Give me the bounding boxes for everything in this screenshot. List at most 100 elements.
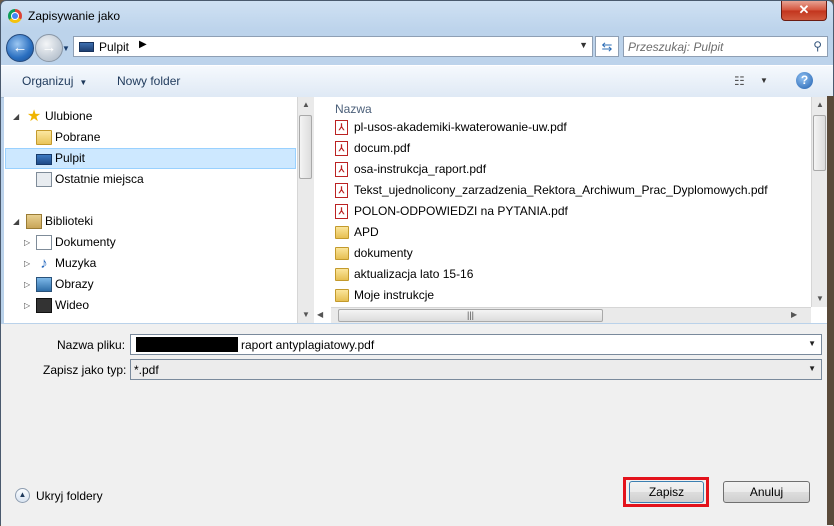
- scroll-right-arrow-icon[interactable]: ▶: [791, 310, 797, 319]
- chevron-down-icon: ▼: [79, 78, 88, 87]
- tree-item-pobrane[interactable]: Pobrane: [4, 127, 294, 148]
- tree-item-documents[interactable]: ▷ Dokumenty: [4, 232, 294, 253]
- organize-label: Organizuj: [22, 74, 74, 88]
- hide-folders-label: Ukryj foldery: [36, 489, 103, 503]
- tree-item-pictures[interactable]: ▷ Obrazy: [4, 274, 294, 295]
- save-as-dialog: Zapisywanie jako ✕ ← → ▼ Pulpit ▶ ▼ ⇆ ⚲ …: [0, 0, 834, 526]
- filetype-select[interactable]: *.pdf ▼: [130, 359, 822, 380]
- search-icon: ⚲: [813, 39, 822, 53]
- tree-item-pulpit[interactable]: Pulpit: [5, 148, 296, 169]
- tree-label: Obrazy: [55, 277, 94, 291]
- pictures-icon: [36, 277, 52, 292]
- tree-label: Muzyka: [55, 256, 97, 270]
- tree-item-videos[interactable]: ▷ Wideo: [4, 295, 294, 316]
- file-name: Tekst_ujednolicony_zarzadzenia_Rektora_A…: [354, 183, 768, 197]
- address-bar[interactable]: Pulpit ▶ ▼: [73, 36, 593, 57]
- folder-icon: [335, 289, 349, 302]
- file-name: docum.pdf: [354, 141, 411, 155]
- expanded-arrow-icon[interactable]: ◢: [13, 106, 19, 127]
- chrome-icon: [8, 9, 22, 23]
- file-name: dokumenty: [354, 246, 413, 260]
- tree-label: Ulubione: [45, 109, 93, 123]
- address-dropdown-icon[interactable]: ▼: [579, 40, 588, 50]
- pdf-file-icon: ⅄: [335, 204, 348, 219]
- file-list-vertical-scrollbar[interactable]: ▲ ▼: [811, 97, 828, 307]
- file-name: osa-instrukcja_raport.pdf: [354, 162, 487, 176]
- search-box[interactable]: ⚲: [623, 36, 828, 57]
- history-dropdown-icon[interactable]: ▼: [62, 44, 70, 53]
- scroll-down-arrow-icon[interactable]: ▼: [816, 294, 824, 303]
- pdf-file-icon: ⅄: [335, 120, 348, 135]
- tree-item-libraries[interactable]: ◢ Biblioteki: [4, 211, 294, 232]
- column-header-name[interactable]: Nazwa: [335, 102, 372, 116]
- scrollbar-thumb[interactable]: [813, 115, 826, 171]
- chevron-down-icon[interactable]: ▼: [808, 364, 816, 373]
- tree-label: Pulpit: [55, 151, 86, 165]
- pdf-file-icon: ⅄: [335, 162, 348, 177]
- file-name: APD: [354, 225, 379, 239]
- file-list-horizontal-scrollbar[interactable]: ◀ ||| ▶: [317, 307, 811, 323]
- tree-label: Wideo: [55, 298, 90, 312]
- file-name: aktualizacja lato 15-16: [354, 267, 474, 281]
- expanded-arrow-icon[interactable]: ◢: [13, 211, 19, 232]
- scrollbar-thumb[interactable]: |||: [338, 309, 603, 322]
- scroll-down-arrow-icon[interactable]: ▼: [302, 310, 310, 319]
- filename-value: raport antyplagiatowy.pdf: [241, 338, 375, 352]
- save-options-panel: Nazwa pliku: raport antyplagiatowy.pdf ▼…: [1, 324, 833, 526]
- tree-label: Pobrane: [55, 130, 101, 144]
- filename-label: Nazwa pliku:: [57, 338, 126, 352]
- collapsed-arrow-icon[interactable]: ▷: [24, 274, 30, 295]
- refresh-button[interactable]: ⇆: [595, 36, 619, 57]
- window-frame-edge: [827, 96, 834, 525]
- video-film-icon: [36, 298, 52, 313]
- redacted-block: [136, 337, 238, 352]
- cancel-button[interactable]: Anuluj: [723, 481, 810, 503]
- search-input[interactable]: [628, 39, 803, 54]
- scroll-up-arrow-icon[interactable]: ▲: [302, 100, 310, 109]
- file-list: Nazwa ⅄ pl-usos-akademiki-kwaterowanie-uw…: [331, 97, 801, 307]
- tree-scrollbar[interactable]: ▲ ▼: [297, 97, 314, 323]
- folder-icon: [335, 226, 349, 239]
- help-icon[interactable]: ?: [796, 72, 813, 89]
- view-options-icon[interactable]: ☷: [734, 74, 745, 88]
- command-toolbar: Organizuj ▼ Nowy folder ☷ ▼ ?: [1, 65, 833, 98]
- libraries-icon: [26, 214, 42, 229]
- tree-item-recent-places[interactable]: Ostatnie miejsca: [4, 169, 294, 190]
- filetype-value: *.pdf: [134, 363, 159, 377]
- collapsed-arrow-icon[interactable]: ▷: [24, 295, 30, 316]
- browser-pane: ◢ ★ Ulubione Pobrane Pulpit Ostatnie mie…: [4, 97, 828, 323]
- tree-label: Biblioteki: [45, 214, 94, 228]
- forward-button[interactable]: →: [35, 34, 63, 62]
- chevron-down-icon[interactable]: ▼: [808, 339, 816, 348]
- title-bar[interactable]: Zapisywanie jako ✕: [1, 1, 833, 31]
- scroll-left-arrow-icon[interactable]: ◀: [317, 310, 323, 319]
- breadcrumb-chevron-icon[interactable]: ▶: [139, 39, 147, 50]
- filetype-label: Zapisz jako typ:: [43, 363, 127, 377]
- tree-label: Ostatnie miejsca: [55, 172, 144, 186]
- close-button[interactable]: ✕: [781, 1, 827, 21]
- collapsed-arrow-icon[interactable]: ▷: [24, 232, 30, 253]
- tree-item-favorites[interactable]: ◢ ★ Ulubione: [4, 106, 294, 127]
- tree-item-music[interactable]: ▷ ♪ Muzyka: [4, 253, 294, 274]
- folder-icon: [335, 268, 349, 281]
- filename-field[interactable]: raport antyplagiatowy.pdf ▼: [130, 334, 822, 355]
- new-folder-button[interactable]: Nowy folder: [117, 74, 180, 88]
- address-crumb-desktop[interactable]: Pulpit: [99, 40, 129, 54]
- pdf-file-icon: ⅄: [335, 183, 348, 198]
- navigation-bar: ← → ▼ Pulpit ▶ ▼ ⇆ ⚲: [1, 31, 833, 63]
- save-button[interactable]: Zapisz: [629, 481, 704, 503]
- scrollbar-thumb[interactable]: [299, 115, 312, 179]
- recent-places-icon: [36, 172, 52, 187]
- tree-label: Dokumenty: [55, 235, 116, 249]
- music-note-icon: ♪: [40, 255, 48, 272]
- file-name: POLON-ODPOWIEDZI na PYTANIA.pdf: [354, 204, 568, 218]
- file-name: pl-usos-akademiki-kwaterowanie-uw.pdf: [354, 120, 567, 134]
- navigation-tree: ◢ ★ Ulubione Pobrane Pulpit Ostatnie mie…: [4, 97, 297, 323]
- collapsed-arrow-icon[interactable]: ▷: [24, 253, 30, 274]
- folder-icon: [335, 247, 349, 260]
- organize-menu[interactable]: Organizuj ▼: [22, 74, 87, 88]
- pdf-file-icon: ⅄: [335, 141, 348, 156]
- view-dropdown-icon[interactable]: ▼: [760, 76, 768, 85]
- back-button[interactable]: ←: [6, 34, 34, 62]
- scroll-up-arrow-icon[interactable]: ▲: [816, 100, 824, 109]
